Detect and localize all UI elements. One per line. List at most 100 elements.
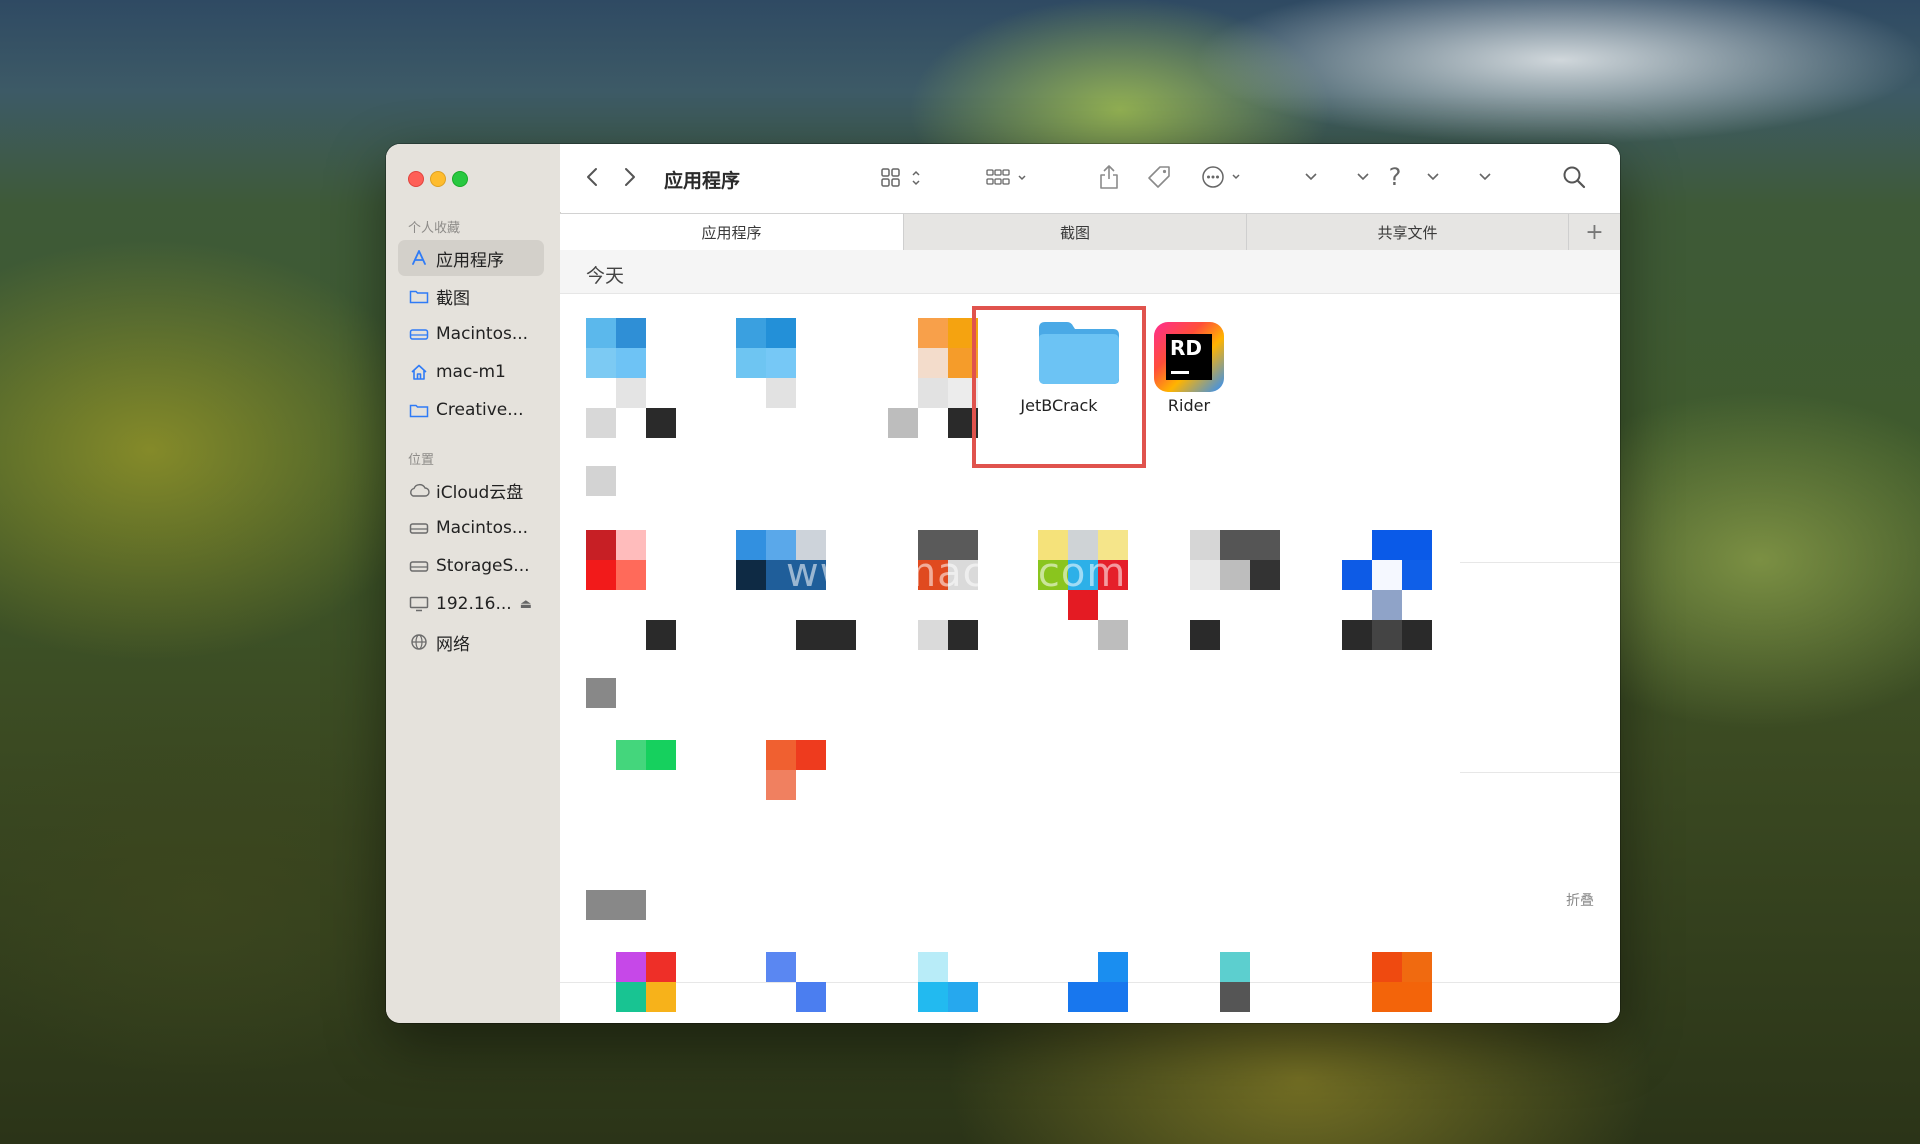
view-mode-button[interactable] [878, 166, 928, 190]
chevron-down-icon[interactable] [1424, 168, 1442, 186]
sidebar-item-network-share[interactable]: 192.16... ⏏ [398, 586, 544, 622]
pixelated-app-icon[interactable] [1098, 952, 1128, 982]
chevron-down-icon[interactable] [1302, 168, 1320, 186]
pixelated-app-icon [1372, 982, 1432, 1012]
sidebar-item-label: StorageS... [436, 556, 530, 576]
sidebar-item-icloud[interactable]: iCloud云盘 [398, 472, 544, 508]
sidebar-item-label: 应用程序 [436, 250, 504, 271]
rider-badge: RD [1170, 336, 1203, 360]
sidebar-item-label: Macintos... [436, 518, 529, 538]
pixelated-app-icon [1068, 982, 1128, 1012]
sidebar-item-network[interactable]: 网络 [398, 624, 544, 660]
pixelated-app-icon [586, 678, 616, 708]
share-icon[interactable] [1094, 162, 1124, 192]
collapse-button[interactable]: 折叠 [1566, 890, 1594, 910]
pixelated-app-icon[interactable] [766, 740, 796, 770]
pixelated-app-icon [616, 982, 646, 1012]
eject-icon[interactable]: ⏏ [520, 597, 532, 612]
pixelated-app-icon [1402, 560, 1432, 590]
globe-icon [408, 633, 430, 651]
pixelated-app-icon [646, 952, 676, 982]
pixelated-app-icon [1220, 530, 1280, 560]
pixelated-app-icon [918, 982, 948, 1012]
drive-icon [408, 557, 430, 575]
pixelated-app-icon [586, 348, 616, 378]
rider-app-icon[interactable]: RD [1154, 322, 1224, 392]
pixelated-app-icon [646, 620, 676, 650]
pixelated-app-icon[interactable] [766, 952, 796, 982]
pixelated-app-icon [736, 560, 766, 590]
close-button[interactable] [408, 171, 424, 187]
pixelated-app-icon [1250, 560, 1280, 590]
pixelated-app-icon [948, 982, 978, 1012]
pixelated-app-icon [918, 348, 948, 378]
zoom-button[interactable] [452, 171, 468, 187]
pixelated-app-icon [646, 740, 676, 770]
pixelated-app-icon [616, 378, 646, 408]
sidebar-item-home[interactable]: mac-m1 [398, 354, 544, 390]
app-icon [408, 249, 430, 267]
pixelated-app-icon[interactable] [616, 952, 646, 982]
pixelated-app-icon [766, 378, 796, 408]
tab-screenshots[interactable]: 截图 [904, 214, 1247, 250]
pixelated-app-icon [796, 740, 826, 770]
search-icon[interactable] [1560, 163, 1588, 191]
pixelated-app-icon [1342, 560, 1372, 590]
more-actions-button[interactable] [1200, 164, 1250, 190]
tag-icon[interactable] [1144, 162, 1174, 192]
sidebar-item-applications[interactable]: 应用程序 [398, 240, 544, 276]
pixelated-app-icon[interactable] [586, 530, 616, 560]
sidebar-item-screenshots[interactable]: 截图 [398, 278, 544, 314]
pixelated-app-icon[interactable] [1190, 530, 1220, 560]
pixelated-app-icon[interactable] [736, 530, 766, 560]
tab-applications[interactable]: 应用程序 [560, 214, 904, 250]
pixelated-app-icon [1372, 560, 1402, 590]
favorites-title: 个人收藏 [408, 221, 461, 236]
pixelated-app-icon[interactable] [736, 318, 766, 348]
pixelated-app-icon [1402, 952, 1432, 982]
sidebar-item-macintosh[interactable]: Macintos... [398, 316, 544, 352]
pixelated-app-icon[interactable] [616, 740, 646, 770]
chevron-down-icon[interactable] [1354, 168, 1372, 186]
pixelated-app-icon [1220, 560, 1250, 590]
pixelated-app-icon[interactable] [586, 318, 616, 348]
pixelated-app-icon [766, 770, 796, 800]
pixelated-app-icon [646, 982, 676, 1012]
pixelated-app-icon [1402, 620, 1432, 650]
sidebar-item-creative[interactable]: Creative... [398, 392, 544, 428]
pixelated-app-icon [1098, 620, 1128, 650]
pixelated-app-icon [1220, 982, 1250, 1012]
pixelated-app-icon [646, 408, 676, 438]
tab-shared-files[interactable]: 共享文件 [1247, 214, 1569, 250]
pixelated-app-icon [888, 408, 918, 438]
pixelated-app-icon [586, 890, 646, 920]
item-label-jetbcrack: JetBCrack [1020, 396, 1098, 415]
minimize-button[interactable] [430, 171, 446, 187]
drive-icon [408, 519, 430, 537]
sidebar-item-storage[interactable]: StorageS... [398, 548, 544, 584]
chevron-down-icon[interactable] [1476, 168, 1494, 186]
new-tab-button[interactable]: + [1569, 214, 1620, 250]
pixelated-app-icon [918, 620, 948, 650]
forward-button[interactable] [618, 164, 642, 190]
group-by-button[interactable] [984, 166, 1034, 190]
sidebar-item-label: iCloud云盘 [436, 482, 524, 503]
watermark-text: www.macjb.com [786, 550, 1127, 596]
help-icon[interactable]: ? [1382, 162, 1408, 192]
pixelated-app-icon [918, 378, 948, 408]
pixelated-app-icon[interactable] [1372, 530, 1432, 560]
pixelated-app-icon [616, 530, 646, 560]
row-divider [1460, 562, 1620, 563]
toolbar: 应用程序 ? [560, 144, 1620, 212]
sidebar-item-label: 192.16... [436, 594, 512, 614]
back-button[interactable] [580, 164, 604, 190]
pixelated-app-icon[interactable] [1372, 952, 1402, 982]
sidebar-item-macintosh-location[interactable]: Macintos... [398, 510, 544, 546]
pixelated-app-icon[interactable] [918, 952, 948, 982]
pixelated-app-icon [766, 318, 796, 348]
group-label: 今天 [586, 265, 625, 287]
folder-icon[interactable] [1037, 320, 1121, 386]
pixelated-app-icon[interactable] [918, 318, 948, 348]
pixelated-app-icon [1190, 620, 1220, 650]
pixelated-app-icon[interactable] [1220, 952, 1250, 982]
